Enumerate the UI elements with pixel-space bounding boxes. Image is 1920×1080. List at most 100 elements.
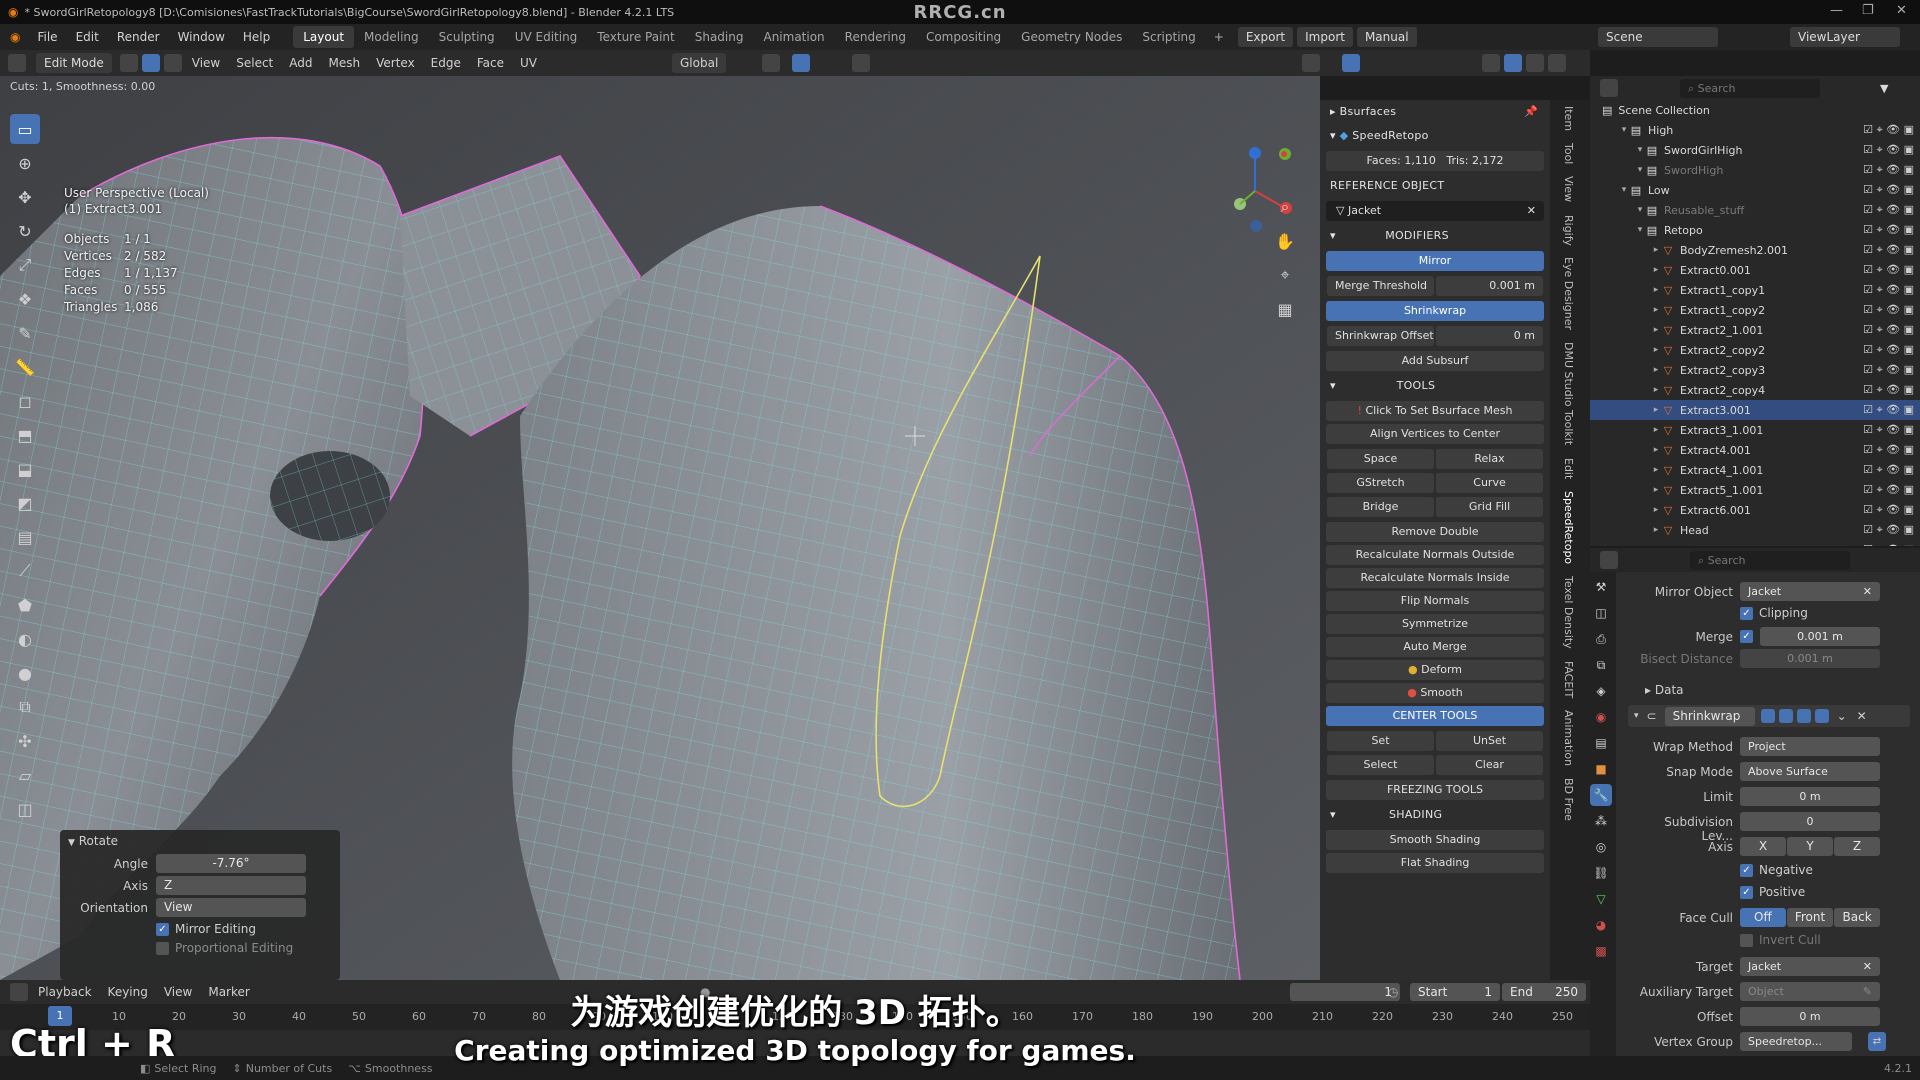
outliner-item[interactable]: ▸ ▽ Extract4_1.001 ☑ ⌖ 👁 ▣ — [1590, 460, 1920, 480]
add-workspace-icon[interactable]: + — [1206, 30, 1232, 44]
shrinkwrap-modifier-button[interactable]: Shrinkwrap — [1326, 301, 1544, 321]
viewport-toggle-icon[interactable] — [1796, 709, 1811, 723]
modifier-tab-icon[interactable]: 🔧 — [1590, 784, 1612, 806]
tab-bd-free[interactable]: BD Free — [1562, 772, 1575, 827]
expand-arrow-icon[interactable]: ▸ — [1650, 325, 1662, 335]
ortho-grid-icon[interactable]: ▦ — [1270, 294, 1300, 324]
visibility-toggles[interactable]: ☑ ⌖ 👁 ▣ — [1863, 283, 1914, 297]
data-tab-icon[interactable]: ▽ — [1590, 888, 1612, 910]
tab-compositing[interactable]: Compositing — [916, 26, 1011, 48]
bsurfaces-header[interactable]: ▸ Bsurfaces 📌 — [1320, 100, 1550, 124]
menu-window[interactable]: Window — [169, 30, 234, 44]
visibility-toggles[interactable]: ☑ ⌖ 👁 ▣ — [1863, 123, 1914, 137]
collection-tab-icon[interactable]: ▤ — [1590, 732, 1612, 754]
outliner-item[interactable]: ▸▽ Merged_Extract3_1.001 ☑ ⌖ 👁 ▣ — [1590, 540, 1920, 546]
auto-merge-button[interactable]: Auto Merge — [1326, 637, 1544, 657]
modifiers-header[interactable]: ▾ MODIFIERS — [1320, 224, 1550, 248]
outliner-item[interactable]: ▸ ▽ Extract1_copy1 ☑ ⌖ 👁 ▣ — [1590, 280, 1920, 300]
pan-hand-icon[interactable]: ✋ — [1270, 226, 1300, 256]
constraints-tab-icon[interactable]: ⛓ — [1590, 862, 1612, 884]
negative-checkbox[interactable]: ✓ — [1740, 864, 1753, 877]
pivot-icon[interactable] — [762, 54, 780, 72]
expand-arrow-icon[interactable]: ▸ — [1650, 425, 1662, 435]
outliner-item[interactable]: ▾ ▤ Low ☑ ⌖ 👁 ▣ — [1590, 180, 1920, 200]
tab-item[interactable]: Item — [1562, 100, 1575, 137]
overlay-icon[interactable] — [1302, 54, 1320, 72]
align-vertices-button[interactable]: Align Vertices to Center — [1326, 424, 1544, 444]
menu-face[interactable]: Face — [469, 56, 512, 70]
center-select-button[interactable]: Select — [1327, 755, 1434, 775]
expand-arrow-icon[interactable]: ▾ — [1634, 165, 1646, 175]
eyedropper-icon[interactable]: ✎ — [1863, 982, 1872, 1001]
offset-field[interactable]: 0 m — [1740, 1007, 1880, 1026]
menu-file[interactable]: File — [28, 30, 66, 44]
deform-button[interactable]: ● Deform — [1326, 660, 1544, 680]
camera-icon[interactable]: ⌖ — [1270, 260, 1300, 290]
world-tab-icon[interactable]: ◉ — [1590, 706, 1612, 728]
merge-threshold-field[interactable]: 0.001 m — [1436, 276, 1543, 296]
view-layer-selector[interactable]: ViewLayer — [1790, 27, 1900, 47]
outliner-item[interactable]: ▸ ▽ Extract0.001 ☑ ⌖ 👁 ▣ — [1590, 260, 1920, 280]
expand-arrow-icon[interactable]: ▸ — [1650, 365, 1662, 375]
tab-layout[interactable]: Layout — [293, 26, 355, 48]
tab-scripting[interactable]: Scripting — [1132, 26, 1205, 48]
grid-fill-button[interactable]: Grid Fill — [1436, 497, 1543, 517]
menu-mesh[interactable]: Mesh — [321, 56, 369, 70]
import-button[interactable]: Import — [1297, 27, 1353, 47]
auxiliary-target-field[interactable]: Object ✎ — [1740, 982, 1880, 1001]
mirror-editing-checkbox[interactable]: ✓ — [156, 923, 169, 936]
reference-object-field[interactable]: ▽ Jacket ✕ — [1326, 201, 1544, 221]
tab-view[interactable]: View — [1562, 170, 1575, 208]
smooth-icon[interactable]: ● — [10, 658, 40, 688]
solid-shading-icon[interactable] — [1504, 54, 1522, 72]
visibility-toggles[interactable]: ☑ ⌖ 👁 ▣ — [1863, 183, 1914, 197]
physics-tab-icon[interactable]: ◎ — [1590, 836, 1612, 858]
curve-button[interactable]: Curve — [1436, 473, 1543, 493]
outliner-item[interactable]: ▸ ▽ Extract3.001 ☑ ⌖ 👁 ▣ — [1590, 400, 1920, 420]
visibility-toggles[interactable]: ☑ ⌖ 👁 ▣ — [1863, 483, 1914, 497]
set-bsurface-button[interactable]: ! Click To Set Bsurface Mesh — [1326, 401, 1544, 421]
outliner-item[interactable]: ▸ ▽ Extract4.001 ☑ ⌖ 👁 ▣ — [1590, 440, 1920, 460]
filter-icon[interactable]: ▼ — [1880, 82, 1888, 95]
tab-geometry-nodes[interactable]: Geometry Nodes — [1011, 26, 1132, 48]
bisect-distance-field[interactable]: 0.001 m — [1740, 649, 1880, 668]
flip-normals-button[interactable]: Flip Normals — [1326, 591, 1544, 611]
particles-tab-icon[interactable]: ⁂ — [1590, 810, 1612, 832]
menu-view[interactable]: View — [184, 56, 228, 70]
tab-sculpting[interactable]: Sculpting — [429, 26, 505, 48]
subdivision-levels-field[interactable]: 0 — [1740, 812, 1880, 831]
minimize-icon[interactable]: — — [1830, 3, 1843, 18]
select-box-icon[interactable]: ▭ — [10, 114, 40, 144]
maximize-icon[interactable]: ❐ — [1862, 3, 1874, 18]
edge-slide-icon[interactable]: ⧉ — [10, 692, 40, 722]
bridge-button[interactable]: Bridge — [1327, 497, 1434, 517]
visibility-toggles[interactable]: ☑ ⌖ 👁 ▣ — [1863, 323, 1914, 337]
tab-edit[interactable]: Edit — [1562, 452, 1575, 485]
visibility-toggles[interactable]: ☑ ⌖ 👁 ▣ — [1863, 443, 1914, 457]
outliner-item[interactable]: ▸ ▽ Extract2_1.001 ☑ ⌖ 👁 ▣ — [1590, 320, 1920, 340]
flat-shading-button[interactable]: Flat Shading — [1326, 853, 1544, 873]
visibility-toggles[interactable]: ☑ ⌖ 👁 ▣ — [1863, 383, 1914, 397]
menu-render[interactable]: Render — [108, 30, 169, 44]
invert-cull-checkbox[interactable] — [1740, 934, 1753, 947]
expand-arrow-icon[interactable]: ▸ — [1650, 285, 1662, 295]
tab-animation[interactable]: Animation — [753, 26, 834, 48]
material-shading-icon[interactable] — [1526, 54, 1544, 72]
properties-editor-icon[interactable] — [1600, 551, 1618, 569]
snap-icon[interactable] — [792, 54, 810, 72]
center-clear-button[interactable]: Clear — [1436, 755, 1543, 775]
outliner-item[interactable]: ▾ ▤ High ☑ ⌖ 👁 ▣ — [1590, 120, 1920, 140]
menu-help[interactable]: Help — [234, 30, 279, 44]
menu-edge[interactable]: Edge — [423, 56, 469, 70]
mode-selector[interactable]: Edit Mode — [36, 53, 112, 73]
face-cull-off[interactable]: Off — [1740, 908, 1786, 927]
material-tab-icon[interactable]: ◕ — [1590, 914, 1612, 936]
blender-menu-icon[interactable]: ◉ — [0, 30, 28, 44]
visibility-toggles[interactable]: ☑ ⌖ 👁 ▣ — [1863, 223, 1914, 237]
visibility-toggles[interactable]: ☑ ⌖ 👁 ▣ — [1863, 503, 1914, 517]
wireframe-shading-icon[interactable] — [1482, 54, 1500, 72]
editor-type-icon[interactable] — [8, 54, 26, 72]
vertex-group-field[interactable]: Speedretop... — [1740, 1032, 1852, 1051]
scale-icon[interactable]: ⤢ — [10, 250, 40, 280]
recalc-normals-inside-button[interactable]: Recalculate Normals Inside — [1326, 568, 1544, 588]
